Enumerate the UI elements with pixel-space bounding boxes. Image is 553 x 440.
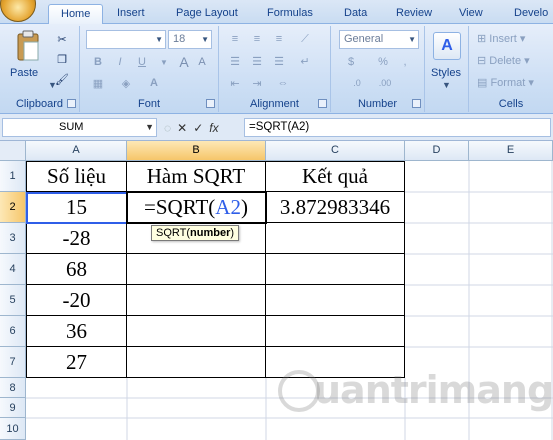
underline-dropdown-icon[interactable]: ▼ — [154, 53, 174, 71]
grow-font-icon[interactable]: A — [174, 53, 194, 71]
insert-function-icon[interactable]: fx — [209, 121, 218, 135]
tab-page-layout[interactable]: Page Layout — [172, 4, 242, 24]
styles-icon[interactable]: A — [433, 32, 461, 60]
cells-label: Cells — [498, 98, 524, 110]
align-middle-icon[interactable]: ≡ — [247, 30, 267, 48]
currency-button[interactable]: $ — [341, 53, 361, 71]
alignment-label: Alignment — [250, 98, 299, 110]
tab-formulas[interactable]: Formulas — [263, 4, 317, 24]
clipboard-launcher[interactable] — [67, 99, 76, 108]
number-group: General ▼ $ % , .0 .00 Number — [331, 26, 425, 112]
number-format-combo[interactable]: General ▼ — [339, 30, 419, 49]
cancel-icon[interactable]: ✕ — [177, 121, 187, 135]
tab-insert[interactable]: Insert — [113, 4, 149, 24]
increase-indent-icon[interactable]: ⇥ — [247, 74, 267, 92]
styles-label[interactable]: Styles — [431, 67, 461, 79]
shrink-font-icon[interactable]: A — [192, 53, 212, 71]
styles-dropdown-icon[interactable]: ▼ — [442, 80, 451, 90]
tab-home[interactable]: Home — [48, 4, 104, 24]
cells-group: ⊞ Insert ▾ ⊟ Delete ▾ ▤ Format ▾ Cells — [469, 26, 553, 112]
percent-button[interactable]: % — [373, 53, 393, 71]
number-launcher[interactable] — [412, 99, 421, 108]
tab-data[interactable]: Data — [340, 4, 371, 24]
fill-color-icon[interactable]: ◈ — [116, 74, 136, 92]
increase-decimal-button[interactable]: .0 — [347, 74, 367, 92]
merge-center-icon[interactable]: ⇔ — [273, 74, 293, 92]
office-button[interactable] — [0, 0, 36, 22]
borders-icon[interactable]: ▦ — [88, 74, 108, 92]
align-bottom-icon[interactable]: ≡ — [269, 30, 289, 48]
paste-label: Paste — [10, 67, 39, 79]
styles-group: A Styles ▼ — [425, 26, 469, 112]
tab-view[interactable]: View — [455, 4, 487, 24]
tab-review[interactable]: Review — [392, 4, 436, 24]
wrap-text-icon[interactable]: ↵ — [295, 52, 315, 70]
delete-icon: ⊟ — [477, 55, 490, 67]
ribbon: Paste ▼ ✂ ❐ 🖌 Clipboard ▼ 18 ▼ B I U ▼ A … — [0, 24, 553, 114]
number-label: Number — [357, 98, 398, 110]
tab-developer[interactable]: Develo — [510, 4, 552, 24]
font-name-combo[interactable]: ▼ — [86, 30, 166, 49]
align-center-icon[interactable]: ☰ — [247, 52, 267, 70]
decrease-indent-icon[interactable]: ⇤ — [225, 74, 245, 92]
delete-cells-button[interactable]: ⊟ Delete ▾ — [477, 54, 530, 67]
cut-icon[interactable]: ✂ — [52, 30, 72, 48]
formula-buttons: ◌ ✕ ✓ fx — [160, 118, 242, 137]
circle-icon: ◌ — [164, 120, 172, 135]
format-icon: ▤ — [477, 77, 491, 89]
copy-icon[interactable]: ❐ — [52, 50, 72, 68]
decrease-decimal-button[interactable]: .00 — [375, 74, 395, 92]
font-launcher[interactable] — [206, 99, 215, 108]
underline-button[interactable]: U — [132, 53, 152, 71]
orientation-icon[interactable]: ⟋ — [295, 30, 315, 48]
chevron-down-icon[interactable]: ▼ — [145, 119, 154, 136]
function-tooltip[interactable]: SQRT(number) — [151, 225, 240, 241]
align-top-icon[interactable]: ≡ — [225, 30, 245, 48]
alignment-group: ≡ ≡ ≡ ⟋ ☰ ☰ ☰ ↵ ⇤ ⇥ ⇔ Alignment — [219, 26, 331, 112]
insert-icon: ⊞ — [477, 33, 490, 45]
enter-icon[interactable]: ✓ — [193, 121, 203, 135]
paste-button[interactable] — [14, 30, 42, 64]
insert-cells-button[interactable]: ⊞ Insert ▾ — [477, 32, 525, 45]
format-cells-button[interactable]: ▤ Format ▾ — [477, 76, 534, 89]
align-right-icon[interactable]: ☰ — [269, 52, 289, 70]
font-label: Font — [137, 98, 160, 110]
font-color-icon[interactable]: A — [144, 74, 164, 92]
bold-button[interactable]: B — [88, 53, 108, 71]
formula-input[interactable]: =SQRT(A2) — [244, 118, 551, 137]
ribbon-tab-bar: Home Insert Page Layout Formulas Data Re… — [0, 0, 553, 24]
align-left-icon[interactable]: ☰ — [225, 52, 245, 70]
format-painter-icon[interactable]: 🖌 — [52, 70, 72, 88]
formula-bar: SUM ▼ ◌ ✕ ✓ fx =SQRT(A2) — [0, 114, 553, 141]
clipboard-group: Paste ▼ ✂ ❐ 🖌 Clipboard — [0, 26, 80, 112]
name-box[interactable]: SUM ▼ — [2, 118, 157, 137]
watermark-text: uantrimang — [314, 368, 553, 412]
alignment-launcher[interactable] — [318, 99, 327, 108]
font-size-combo[interactable]: 18 ▼ — [168, 30, 212, 49]
font-group: ▼ 18 ▼ B I U ▼ A A ▦ ◈ A Font — [80, 26, 219, 112]
comma-button[interactable]: , — [395, 53, 415, 71]
paste-icon — [17, 30, 39, 61]
italic-button[interactable]: I — [110, 53, 130, 71]
watermark: uantrimang — [278, 368, 553, 420]
